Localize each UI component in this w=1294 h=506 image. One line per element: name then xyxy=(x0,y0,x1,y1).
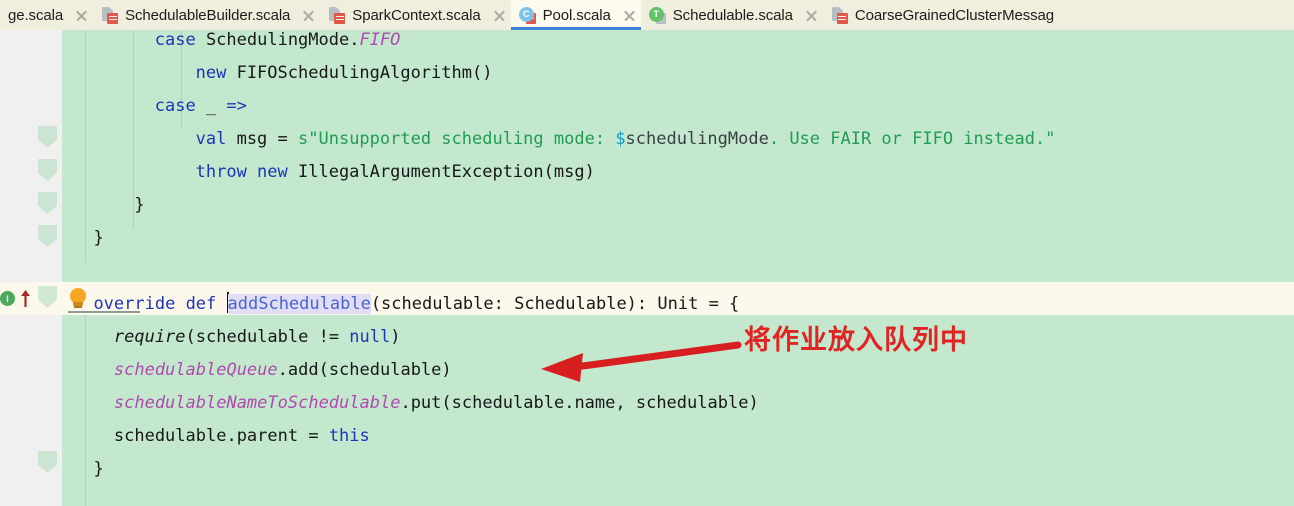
indent-guide xyxy=(85,315,86,506)
code-line[interactable]: case SchedulingMode.FIFO xyxy=(155,30,401,57)
editor-tab-ge-scala[interactable]: ge.scala xyxy=(0,0,93,30)
code-token: s"Unsupported scheduling mode: xyxy=(298,129,616,149)
code-line[interactable]: val msg = s"Unsupported scheduling mode:… xyxy=(196,123,1056,156)
code-token: FIFO xyxy=(359,30,401,50)
code-token: => xyxy=(226,96,247,116)
scala-file-icon xyxy=(831,6,848,24)
editor-gutter[interactable]: I xyxy=(0,30,62,506)
code-token: this xyxy=(328,426,370,446)
editor-tab-label: ge.scala xyxy=(8,6,64,24)
editor-tab-label: SparkContext.scala xyxy=(352,6,481,24)
code-token: . Use FAIR or FIFO instead." xyxy=(768,129,1056,149)
editor-tab-schedulable-scala[interactable]: T Schedulable.scala xyxy=(641,0,823,30)
code-token: ) xyxy=(390,327,401,347)
code-token: FIFOSchedulingAlgorithm() xyxy=(236,63,493,83)
code-line[interactable]: } xyxy=(93,222,103,255)
code-content[interactable]: case SchedulingMode.FIFO new FIFOScheduli… xyxy=(62,30,1294,506)
tab-close-icon[interactable] xyxy=(490,6,509,25)
code-line[interactable]: new FIFOSchedulingAlgorithm() xyxy=(196,57,493,90)
code-token: IllegalArgumentException(msg) xyxy=(298,162,595,182)
code-token: (schedulable != xyxy=(185,327,350,347)
code-token: } xyxy=(134,195,145,215)
scala-trait-icon: T xyxy=(648,6,666,24)
code-fold-marker[interactable] xyxy=(38,159,57,181)
editor-tab-pool-scala[interactable]: C Pool.scala xyxy=(510,0,642,30)
gutter-implementation-marker[interactable]: I xyxy=(0,288,36,310)
code-token: new xyxy=(195,63,237,83)
ide-editor-window: ge.scala SchedulableBuilder.scala SparkCon… xyxy=(0,0,1294,506)
tab-close-icon[interactable] xyxy=(299,6,318,25)
code-token: val xyxy=(195,129,237,149)
code-token: (schedulable: Schedulable): Unit = { xyxy=(370,294,740,314)
code-token: schedulableNameToSchedulable xyxy=(113,393,401,413)
tab-close-icon[interactable] xyxy=(72,6,91,25)
code-line[interactable]: schedulableQueue.add(schedulable) xyxy=(114,354,452,387)
code-fold-marker[interactable] xyxy=(38,225,57,247)
code-token: = xyxy=(277,129,299,149)
code-token: SchedulingMode. xyxy=(205,30,360,50)
code-token: } xyxy=(93,459,104,479)
code-fold-marker[interactable] xyxy=(38,126,57,148)
code-line[interactable]: override def addSchedulable(schedulable:… xyxy=(93,288,739,321)
code-line[interactable]: } xyxy=(93,453,103,486)
scala-class-icon: C xyxy=(518,6,536,24)
code-token: _ xyxy=(205,96,227,116)
editor-tab-label: SchedulableBuilder.scala xyxy=(125,6,291,24)
editor-tab-sparkcontext-scala[interactable]: SparkContext.scala xyxy=(320,0,510,30)
code-token: .add(schedulable) xyxy=(277,360,452,380)
code-token: schedulingMode xyxy=(625,129,769,149)
code-editor[interactable]: I case SchedulingMode.FIFO new FIFOSchedu… xyxy=(0,30,1294,506)
code-token: require xyxy=(113,327,186,347)
code-token: .put(schedulable.name, schedulable) xyxy=(400,393,759,413)
code-line[interactable]: case _ => xyxy=(155,90,247,123)
code-line[interactable]: schedulableNameToSchedulable.put(schedul… xyxy=(114,387,759,420)
code-token: null xyxy=(349,327,391,347)
editor-tab-label: Pool.scala xyxy=(542,6,611,24)
intention-underline xyxy=(68,311,140,313)
editor-tab-coarsegrainedclustermessag[interactable]: CoarseGrainedClusterMessag xyxy=(823,0,1056,30)
override-arrow-icon[interactable] xyxy=(20,289,31,308)
editor-tab-label: Schedulable.scala xyxy=(672,6,793,24)
code-line[interactable]: throw new IllegalArgumentException(msg) xyxy=(196,156,595,189)
code-token: } xyxy=(93,228,104,248)
code-line[interactable]: schedulable.parent = this xyxy=(114,420,370,453)
code-token: def xyxy=(185,294,227,314)
code-token: addSchedulable xyxy=(227,294,371,314)
code-token: case xyxy=(154,96,206,116)
code-token: schedulableQueue xyxy=(113,360,278,380)
indent-guide xyxy=(85,30,86,262)
code-token: schedulable.parent = xyxy=(113,426,329,446)
tab-close-icon[interactable] xyxy=(802,6,821,25)
code-token: throw xyxy=(195,162,258,182)
code-line[interactable]: } xyxy=(134,189,144,222)
editor-tab-schedulablebuilder-scala[interactable]: SchedulableBuilder.scala xyxy=(93,0,320,30)
editor-tab-label: CoarseGrainedClusterMessag xyxy=(854,6,1054,24)
tab-close-icon[interactable] xyxy=(620,6,639,25)
scala-file-icon xyxy=(101,6,119,24)
interface-marker-icon[interactable]: I xyxy=(0,291,15,306)
code-token: new xyxy=(257,162,298,182)
scala-file-icon xyxy=(328,6,346,24)
code-fold-marker[interactable] xyxy=(38,192,57,214)
code-token: case xyxy=(154,30,206,50)
editor-tab-bar[interactable]: ge.scala SchedulableBuilder.scala SparkCon… xyxy=(0,0,1294,30)
code-line[interactable]: require(schedulable != null) xyxy=(114,321,401,354)
code-fold-marker[interactable] xyxy=(38,451,57,473)
code-token: msg xyxy=(236,129,278,149)
code-token: $ xyxy=(615,129,626,149)
